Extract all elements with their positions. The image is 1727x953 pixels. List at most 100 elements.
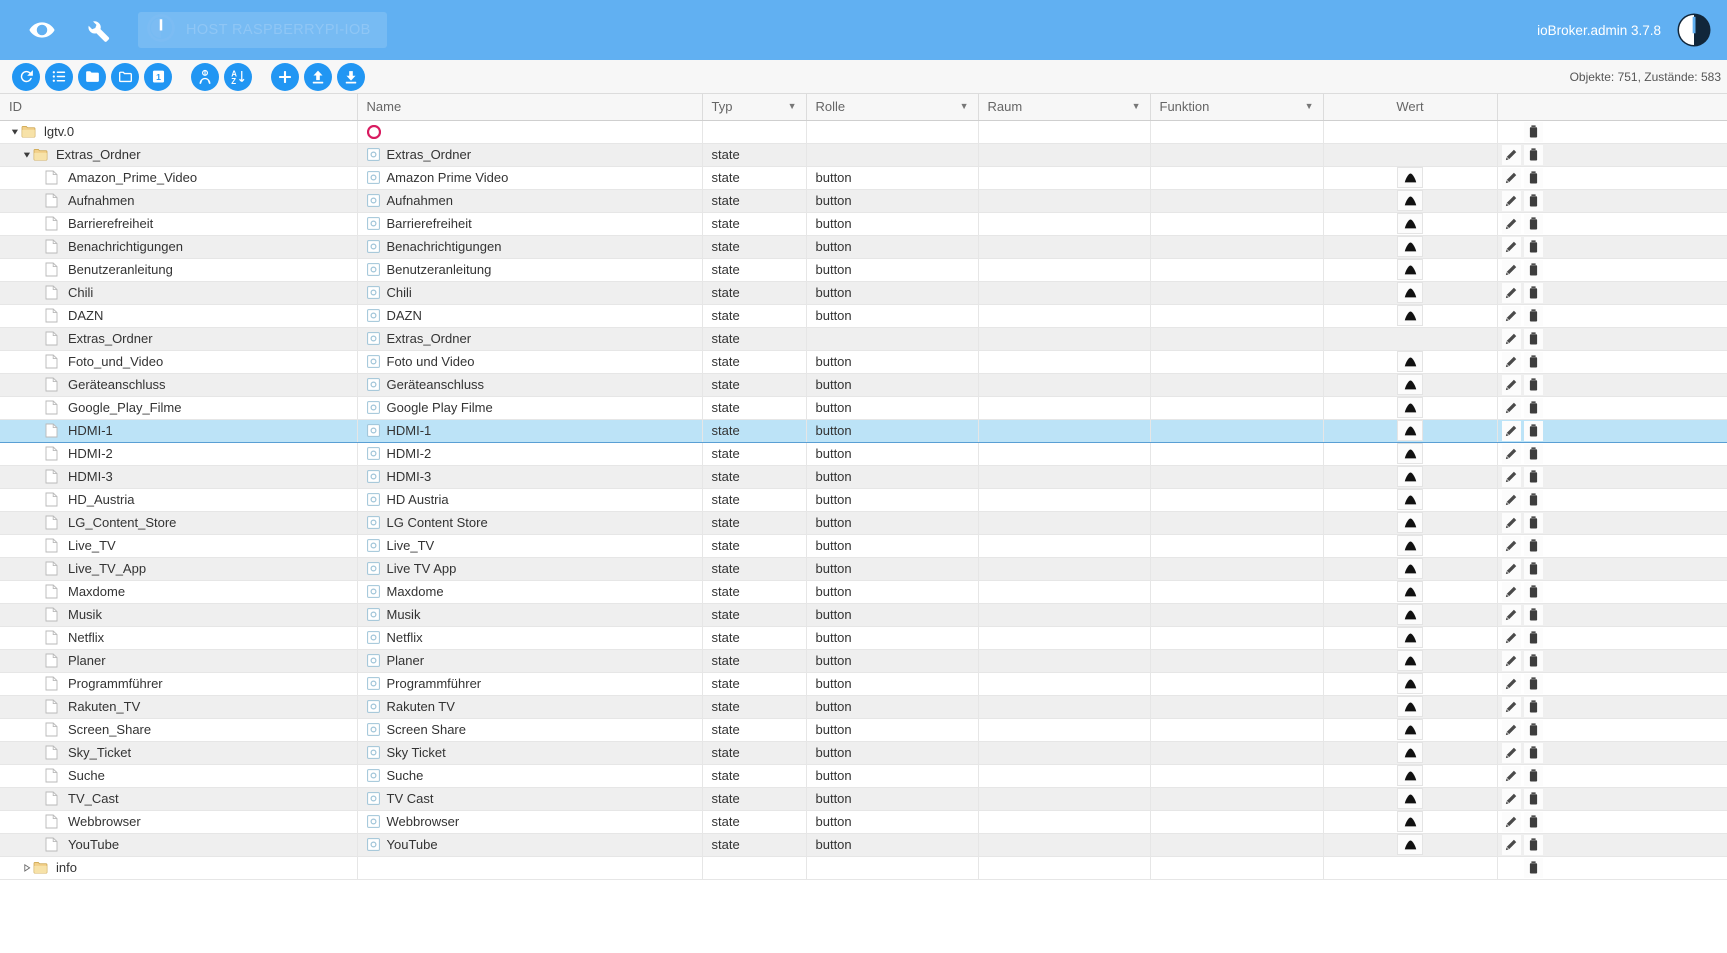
edit-object-button[interactable] [1501,466,1521,487]
value-trigger-button[interactable] [1397,443,1423,464]
table-row[interactable]: HDMI-2 HDMI-2 state button [0,442,1727,466]
edit-object-button[interactable] [1501,397,1521,418]
cell-id[interactable]: Programmführer [0,672,358,696]
table-row[interactable]: Aufnahmen Aufnahmen state button [0,189,1727,213]
cell-wert[interactable] [1323,235,1498,259]
table-row[interactable]: TV_Cast TV Cast state button [0,787,1727,811]
chevron-down-icon[interactable]: ▼ [1305,102,1314,111]
edit-object-button[interactable] [1501,259,1521,280]
table-row[interactable]: Maxdome Maxdome state button [0,580,1727,604]
cell-wert[interactable] [1323,166,1498,190]
delete-object-button[interactable] [1523,742,1543,763]
cell-id[interactable]: Suche [0,764,358,788]
cell-name[interactable]: Planer [357,649,703,673]
cell-wert[interactable] [1323,212,1498,236]
edit-object-button[interactable] [1501,190,1521,211]
table-row[interactable]: HDMI-1 HDMI-1 state button [0,418,1727,443]
delete-object-button[interactable] [1523,351,1543,372]
table-row[interactable]: lgtv.0 [0,120,1727,144]
cell-wert[interactable] [1323,534,1498,558]
delete-object-button[interactable] [1523,489,1543,510]
delete-object-button[interactable] [1523,604,1543,625]
value-trigger-button[interactable] [1397,650,1423,671]
cell-id[interactable]: YouTube [0,833,358,857]
delete-object-button[interactable] [1523,236,1543,257]
table-row[interactable]: Foto_und_Video Foto und Video state button [0,350,1727,374]
edit-object-button[interactable] [1501,834,1521,855]
table-row[interactable]: info [0,856,1727,880]
delete-object-button[interactable] [1523,581,1543,602]
edit-object-button[interactable] [1501,788,1521,809]
cell-name[interactable]: Programmführer [357,672,703,696]
value-trigger-button[interactable] [1397,719,1423,740]
cell-name[interactable]: HDMI-3 [357,465,703,489]
delete-object-button[interactable] [1523,282,1543,303]
cell-name[interactable]: Screen Share [357,718,703,742]
cell-id[interactable]: Live_TV [0,534,358,558]
delete-object-button[interactable] [1523,466,1543,487]
expand-all-button[interactable] [78,62,106,91]
cell-wert[interactable] [1323,281,1498,305]
cell-name[interactable] [357,120,703,144]
cell-id[interactable]: Barrierefreiheit [0,212,358,236]
delete-object-button[interactable] [1523,719,1543,740]
table-row[interactable]: Geräteanschluss Geräteanschluss state butto… [0,373,1727,397]
value-trigger-button[interactable] [1397,167,1423,188]
edit-object-button[interactable] [1501,811,1521,832]
edit-object-button[interactable] [1501,650,1521,671]
value-trigger-button[interactable] [1397,236,1423,257]
cell-id[interactable]: TV_Cast [0,787,358,811]
chevron-down-icon[interactable]: ▼ [1132,102,1141,111]
delete-object-button[interactable] [1523,788,1543,809]
cell-id[interactable]: HDMI-3 [0,465,358,489]
value-trigger-button[interactable] [1397,673,1423,694]
table-row[interactable]: Google_Play_Filme Google Play Filme state b… [0,396,1727,420]
delete-object-button[interactable] [1523,190,1543,211]
cell-name[interactable]: Google Play Filme [357,396,703,420]
edit-object-button[interactable] [1501,144,1521,165]
cell-name[interactable]: Benachrichtigungen [357,235,703,259]
cell-id[interactable]: Screen_Share [0,718,358,742]
table-row[interactable]: Barrierefreiheit Barrierefreiheit state but… [0,212,1727,236]
host-selector[interactable]: HOST RASPBERRYPI-IOB [138,12,387,48]
table-row[interactable]: Rakuten_TV Rakuten TV state button [0,695,1727,719]
table-row[interactable]: Netflix Netflix state button [0,626,1727,650]
table-row[interactable]: Planer Planer state button [0,649,1727,673]
cell-id[interactable]: HDMI-1 [0,418,358,443]
value-trigger-button[interactable] [1397,420,1423,441]
edit-object-button[interactable] [1501,282,1521,303]
cell-wert[interactable] [1323,465,1498,489]
expert-mode-button[interactable] [191,62,219,91]
table-row[interactable]: Amazon_Prime_Video Amazon Prime Video stat… [0,166,1727,190]
cell-id[interactable]: lgtv.0 [0,120,358,144]
table-row[interactable]: Sky_Ticket Sky Ticket state button [0,741,1727,765]
cell-wert[interactable] [1323,373,1498,397]
value-trigger-button[interactable] [1397,282,1423,303]
table-row[interactable]: Live_TV Live_TV state button [0,534,1727,558]
cell-name[interactable]: Rakuten TV [357,695,703,719]
cell-name[interactable]: Netflix [357,626,703,650]
cell-wert[interactable] [1323,580,1498,604]
value-trigger-button[interactable] [1397,259,1423,280]
cell-id[interactable]: Live_TV_App [0,557,358,581]
download-button[interactable] [337,62,365,91]
delete-object-button[interactable] [1523,512,1543,533]
cell-wert[interactable] [1323,488,1498,512]
cell-id[interactable]: LG_Content_Store [0,511,358,535]
edit-object-button[interactable] [1501,696,1521,717]
edit-object-button[interactable] [1501,742,1521,763]
edit-object-button[interactable] [1501,305,1521,326]
cell-id[interactable]: Aufnahmen [0,189,358,213]
cell-wert[interactable] [1323,741,1498,765]
table-row[interactable]: Programmführer Programmführer state button [0,672,1727,696]
edit-object-button[interactable] [1501,489,1521,510]
cell-wert[interactable] [1323,511,1498,535]
cell-wert[interactable] [1323,810,1498,834]
column-header-funktion[interactable]: Funktion ▼ [1150,94,1324,121]
edit-object-button[interactable] [1501,167,1521,188]
value-trigger-button[interactable] [1397,305,1423,326]
cell-wert[interactable] [1323,442,1498,466]
cell-wert[interactable] [1323,856,1498,880]
cell-wert[interactable] [1323,327,1498,351]
table-row[interactable]: HD_Austria HD Austria state button [0,488,1727,512]
